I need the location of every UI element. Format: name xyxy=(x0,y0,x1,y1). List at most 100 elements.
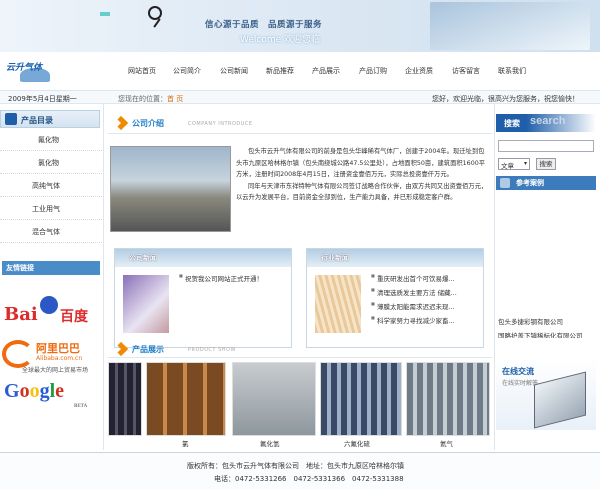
divider xyxy=(108,357,492,358)
industry-news-box: 行业新闻 重庆研发出首个可饮易爆... 清理选质发主要方法 储藏... 薄膜太阳… xyxy=(306,248,484,348)
company-intro-text: 包头市云升气体有限公司的前身是包头华峰稀有气体厂，创建于2004年。现迁址到包头… xyxy=(236,146,488,204)
product-gallery: 氯 氟化氢 六氟化硫 氦气 xyxy=(108,362,492,448)
magnifier-icon xyxy=(148,6,162,20)
google-beta: BETA xyxy=(74,404,88,409)
category-item-industrial[interactable]: 工业用气 xyxy=(0,197,102,220)
search-input[interactable] xyxy=(498,140,594,152)
product-caption: 氦气 xyxy=(440,440,453,448)
friend-links-header: 友情链接 xyxy=(2,261,100,275)
catalog-title: 产品目录 xyxy=(21,116,53,125)
news-item[interactable]: 薄膜太阳能需求迟迟未现... xyxy=(371,301,457,315)
product-caption: 六氟化硫 xyxy=(344,440,370,448)
baidu-link[interactable]: Bai 百度 xyxy=(4,296,100,326)
baidu-logo-cn: 百度 xyxy=(60,309,88,325)
nav-item-new-products[interactable]: 新品推荐 xyxy=(266,66,294,76)
alibaba-tagline: 全球最大的网上贸易市场 xyxy=(22,367,89,374)
alibaba-logo-icon xyxy=(2,340,34,368)
google-letter: o xyxy=(19,380,30,402)
product-image[interactable] xyxy=(108,362,142,436)
intro-title: 公司介绍 xyxy=(132,119,164,128)
case-item[interactable]: 包头多捷彩钢有限公司 xyxy=(498,316,563,326)
product-caption: 氯 xyxy=(182,440,189,448)
nav-item-order[interactable]: 产品订购 xyxy=(359,66,387,76)
intro-title-en: COMPANY INTRODUCE xyxy=(188,121,253,127)
news-item[interactable]: 清理选质发主要方法 储藏... xyxy=(371,287,457,301)
divider xyxy=(494,104,495,450)
intro-paragraph: 同年与天津市东祥特种气体有限公司签订战略合作伙伴，由双方共同又出资壹佰万元，以云… xyxy=(236,182,488,202)
category-label: 氯化物 xyxy=(38,159,59,167)
header-banner: 信心源于品质 品质源于服务 Welcome 欢迎您临 xyxy=(0,0,600,52)
alibaba-name-en: Alibaba.com.cn xyxy=(36,355,83,362)
products-title-en: PRODUCT SHOW xyxy=(188,347,236,353)
online-title: 在线交流 xyxy=(502,367,534,376)
date-bar: 2009年5月4日星期一 您现在的位置：首 页 您好，欢迎光临，很高兴为您服务，… xyxy=(0,90,600,104)
category-label: 混合气体 xyxy=(32,228,60,236)
banner-decoration xyxy=(100,12,110,16)
product-image[interactable] xyxy=(406,362,490,436)
divider xyxy=(108,133,492,134)
cases-title: 参考案例 xyxy=(516,179,544,187)
company-news-box: 公司新闻 祝贺我公司网站正式开通！ xyxy=(114,248,292,348)
category-label: 高纯气体 xyxy=(32,182,60,190)
search-title: 搜索 xyxy=(504,119,520,128)
company-news-header: 公司新闻 xyxy=(115,249,291,267)
product-image[interactable] xyxy=(146,362,226,436)
nav-item-news[interactable]: 公司新闻 xyxy=(220,66,248,76)
category-item-chloride[interactable]: 氯化物 xyxy=(0,151,102,174)
search-ghost-text: search xyxy=(530,115,566,127)
left-sidebar: 产品目录 氟化物 氯化物 高纯气体 工业用气 混合气体 友情链接 Bai 百度 … xyxy=(0,110,102,450)
nav-item-qualification[interactable]: 企业资质 xyxy=(405,66,433,76)
main-nav: 网站首页 公司简介 公司新闻 新品推荐 产品展示 产品订购 企业资质 访客留言 … xyxy=(118,66,538,78)
alibaba-name-cn: 阿里巴巴 xyxy=(36,342,80,355)
category-item-fluoride[interactable]: 氟化物 xyxy=(0,128,102,151)
case-item[interactable]: 国略护盖下镇稀标化有限公司 xyxy=(498,330,596,338)
arrow-icon xyxy=(113,341,129,357)
google-letter: g xyxy=(39,380,50,402)
nav-item-home[interactable]: 网站首页 xyxy=(128,66,156,76)
footer: 版权所有：包头市云升气体有限公司 地址：包头市九原区哈林格尔镇 电话：0472-… xyxy=(0,452,600,489)
breadcrumb-home[interactable]: 首 页 xyxy=(167,95,183,103)
product-caption: 氟化氢 xyxy=(260,440,280,448)
google-letter: e xyxy=(55,380,65,402)
google-letter: G xyxy=(4,380,20,402)
product-image[interactable] xyxy=(232,362,316,436)
industry-news-image xyxy=(315,275,361,333)
news-item[interactable]: 科学家努力寻找减少家畜... xyxy=(371,315,457,329)
nav-item-about[interactable]: 公司简介 xyxy=(173,66,201,76)
baidu-paw-icon xyxy=(40,296,58,314)
category-label: 氟化物 xyxy=(38,136,59,144)
search-button[interactable]: 搜索 xyxy=(536,158,556,170)
industry-news-list: 重庆研发出首个可饮易爆... 清理选质发主要方法 储藏... 薄膜太阳能需求迟迟… xyxy=(371,273,457,329)
products-heading: 产品展示 PRODUCT SHOW xyxy=(113,341,486,358)
arrow-icon xyxy=(113,115,129,131)
category-label: 工业用气 xyxy=(32,205,60,213)
catalog-header: 产品目录 xyxy=(0,110,100,128)
header-slogan: 信心源于品质 品质源于服务 xyxy=(205,20,323,30)
company-news-image xyxy=(123,275,169,333)
category-item-high-purity[interactable]: 高纯气体 xyxy=(0,174,102,197)
logo-text: 云升气体 xyxy=(6,63,43,73)
search-type-select[interactable]: 文章 xyxy=(498,158,530,170)
alibaba-link[interactable]: 阿里巴巴 Alibaba.com.cn 全球最大的网上贸易市场 xyxy=(2,336,100,376)
products-title: 产品展示 xyxy=(132,345,164,354)
reference-cases-header: 参考案例 xyxy=(496,176,596,190)
header-welcome: Welcome 欢迎您临 xyxy=(240,35,321,45)
divider xyxy=(103,104,104,450)
news-item[interactable]: 重庆研发出首个可饮易爆... xyxy=(371,273,457,287)
product-image[interactable] xyxy=(320,362,402,436)
footer-copyright: 版权所有：包头市云升气体有限公司 地址：包头市九原区哈林格尔镇 xyxy=(187,462,404,470)
welcome-message: 您好，欢迎光临，很高兴为您服务，祝您愉快！ xyxy=(432,95,579,103)
category-item-mixed[interactable]: 混合气体 xyxy=(0,220,102,243)
company-news-title: 公司新闻 xyxy=(129,254,157,262)
news-item[interactable]: 祝贺我公司网站正式开通！ xyxy=(179,273,263,287)
industry-news-title: 行业新闻 xyxy=(321,254,349,262)
baidu-logo-latin: Bai xyxy=(4,304,38,325)
google-link[interactable]: Google BETA xyxy=(4,380,100,410)
site-logo[interactable]: 云升气体 xyxy=(2,54,62,88)
intro-paragraph: 包头市云升气体有限公司的前身是包头华峰稀有气体厂，创建于2004年。现迁址到包头… xyxy=(236,148,486,178)
online-chat-box[interactable]: 在线交流 在线实时解答... xyxy=(496,358,596,430)
nav-item-contact[interactable]: 联系我们 xyxy=(498,66,526,76)
google-letter: o xyxy=(29,380,40,402)
nav-item-products[interactable]: 产品展示 xyxy=(312,66,340,76)
nav-item-guestbook[interactable]: 访客留言 xyxy=(452,66,480,76)
